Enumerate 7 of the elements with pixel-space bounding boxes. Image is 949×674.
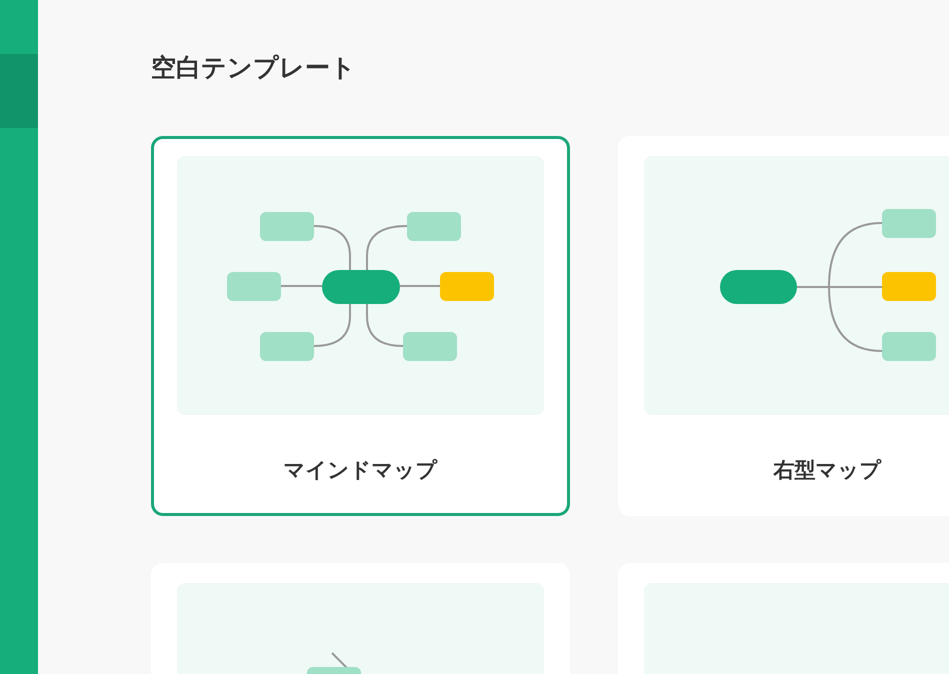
- tree-map-drawing: [307, 652, 363, 674]
- sidebar-item[interactable]: [0, 54, 38, 128]
- template-card[interactable]: マインドマップ: [151, 136, 570, 516]
- template-label: 右型マップ: [774, 457, 882, 484]
- template-label: マインドマップ: [284, 457, 438, 484]
- section-title: 空白テンプレート: [151, 52, 357, 84]
- template-card[interactable]: 右型マップ: [618, 136, 949, 516]
